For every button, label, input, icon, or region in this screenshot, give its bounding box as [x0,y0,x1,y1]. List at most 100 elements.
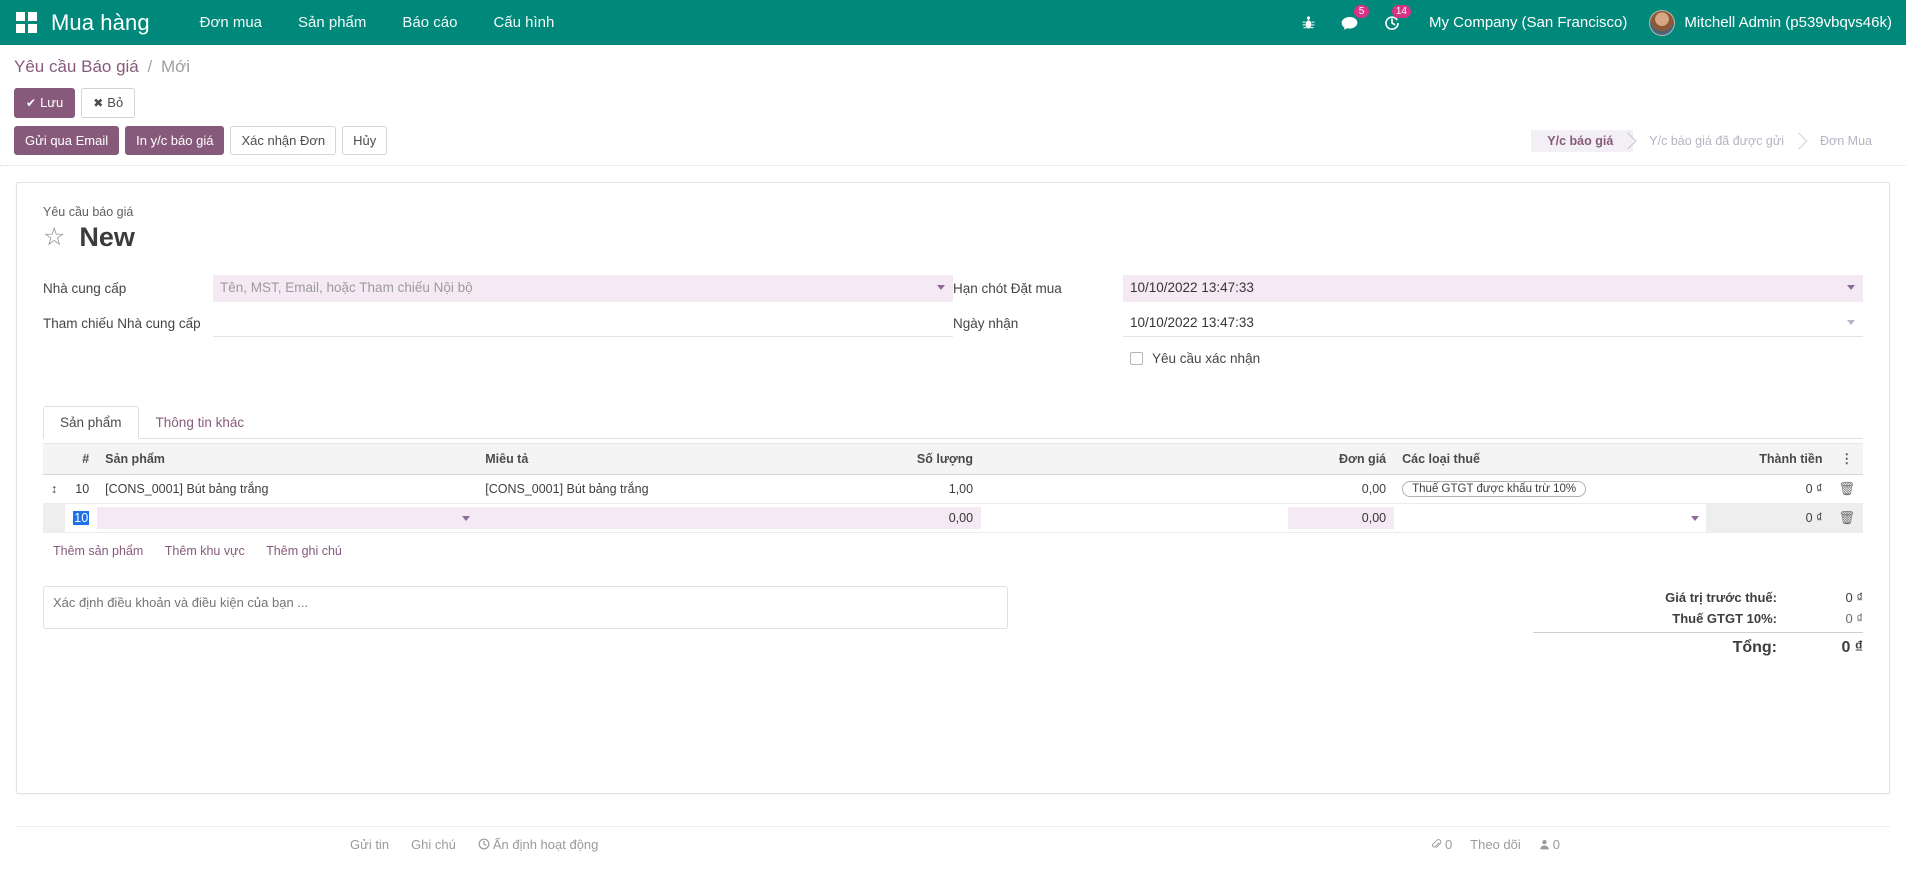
edit-button-group: ✔ Lưu ✖ Bỏ [14,88,1892,118]
menu-item-configuration[interactable]: Cấu hình [475,0,572,45]
row-description[interactable]: [CONS_0001] Bút bảng trắng [477,474,875,504]
column-description[interactable]: Miêu tả [477,443,875,475]
send-by-email-button[interactable]: Gửi qua Email [14,126,120,155]
today-separator: Hôm nay [16,861,1890,894]
row-description-input[interactable] [477,507,875,529]
statusbar: Y/c báo giá Y/c báo giá đã được gửi Đơn … [1531,129,1892,152]
stage-rfq[interactable]: Y/c báo giá [1531,129,1634,152]
row-index-value: 10 [73,511,90,525]
row-taxes-cell[interactable] [1394,503,1707,533]
column-subtotal[interactable]: Thành tiền [1706,443,1831,475]
form-column-left: Nhà cung cấp Tham chiếu Nhà cung cấp [43,275,953,380]
log-note-button[interactable]: Ghi chú [411,837,456,852]
row-taxes[interactable]: Thuế GTGT được khấu trừ 10% [1394,474,1707,504]
control-panel: Yêu cầu Báo giá / Mới ✔ Lưu ✖ Bỏ [0,45,1906,118]
row-product-cell[interactable] [97,503,478,533]
row-unit-price-cell[interactable] [1288,503,1395,533]
menu-item-products[interactable]: Sản phẩm [280,0,384,45]
row-taxes-input[interactable] [1394,507,1707,529]
row-drag-handle-icon[interactable] [43,503,66,533]
total-grand-value: 0 ₫ [1841,639,1863,656]
print-rfq-button[interactable]: In y/c báo giá [125,126,225,155]
schedule-activity-button[interactable]: Ấn định hoạt động [478,837,598,852]
stage-purchase-order[interactable]: Đơn Mua [1804,130,1892,152]
trash-icon[interactable]: 🗑 [1838,510,1855,525]
chatter-stats: 0 Theo dõi 0 [1431,837,1890,852]
action-bar: Gửi qua Email In y/c báo giá Xác nhận Đơ… [0,118,1906,166]
send-message-button[interactable]: Gửi tin [350,837,389,852]
row-spacer [981,474,1288,504]
tab-other-information[interactable]: Thông tin khác [139,406,262,439]
breadcrumb-root[interactable]: Yêu cầu Báo giá [14,57,139,76]
menu-item-purchase-orders[interactable]: Đơn mua [182,0,280,45]
ask-confirmation-checkbox[interactable] [1130,352,1143,365]
app-brand-title[interactable]: Mua hàng [51,10,150,36]
messages-icon[interactable]: 5 [1328,0,1371,45]
followers-count[interactable]: 0 [1539,837,1560,852]
add-product-link[interactable]: Thêm sản phẩm [53,544,143,558]
row-spacer [981,503,1288,533]
table-row[interactable]: ↕ 10 [CONS_0001] Bút bảng trắng [CONS_00… [43,474,1863,504]
row-unit-price-input[interactable] [1288,507,1395,529]
attachment-count-value: 0 [1444,837,1453,852]
chevron-down-icon[interactable] [1691,516,1700,521]
add-section-link[interactable]: Thêm khu vực [165,544,245,558]
trash-icon[interactable]: 🗑 [1838,481,1855,496]
column-product[interactable]: Sản phẩm [97,443,478,475]
column-quantity[interactable]: Số lượng [874,443,982,475]
attachment-count[interactable]: 0 [1431,837,1452,852]
discard-button[interactable]: ✖ Bỏ [81,88,136,118]
row-delete-cell[interactable]: 🗑 [1830,474,1863,504]
tab-products[interactable]: Sản phẩm [43,406,139,439]
row-product[interactable]: [CONS_0001] Bút bảng trắng [97,474,478,504]
add-note-link[interactable]: Thêm ghi chú [266,544,342,558]
apps-grid-icon[interactable] [16,12,37,33]
column-options-toggle[interactable]: ⋮ [1830,443,1863,475]
order-deadline-input[interactable] [1123,275,1863,302]
vendor-input[interactable] [213,275,953,302]
order-lines-body: ↕ 10 [CONS_0001] Bút bảng trắng [CONS_00… [43,474,1863,533]
column-handle [43,443,66,475]
total-grand-row: Tổng: 0 ₫ [1533,632,1863,657]
cancel-button[interactable]: Hủy [342,126,388,155]
save-button[interactable]: ✔ Lưu [14,88,76,118]
menu-item-reporting[interactable]: Báo cáo [384,0,475,45]
chevron-down-icon[interactable] [462,516,471,521]
row-quantity[interactable]: 1,00 [874,474,982,504]
totals-section: Giá trị trước thuế: 0 ₫ Thuế GTGT 10%: 0… [1533,586,1863,663]
main-menu: Đơn mua Sản phẩm Báo cáo Cấu hình [182,0,573,45]
column-taxes[interactable]: Các loại thuế [1394,443,1707,475]
notebook-tabs: Sản phẩm Thông tin khác [43,406,1863,439]
table-row[interactable]: 10 0,00 0,00 0 ₫ 🗑 [43,503,1863,533]
follow-button[interactable]: Theo dõi [1470,837,1521,852]
row-description-cell[interactable] [477,503,875,533]
activities-icon[interactable]: 14 [1371,0,1413,45]
receipt-date-input[interactable] [1123,310,1863,337]
row-quantity-cell[interactable] [874,503,982,533]
row-product-input[interactable] [97,507,478,529]
company-selector[interactable]: My Company (San Francisco) [1413,14,1643,31]
row-index[interactable]: 10 [65,503,98,533]
vertical-dots-icon[interactable]: ⋮ [1840,451,1853,466]
terms-textarea[interactable] [43,586,1008,629]
ask-confirmation-label: Yêu cầu xác nhận [1152,351,1261,366]
confirm-order-button[interactable]: Xác nhận Đơn [230,126,337,155]
order-lines-table: # Sản phẩm Miêu tả Số lượng Đơn giá Các … [43,443,1863,533]
form-fields: Nhà cung cấp Tham chiếu Nhà cung cấp Hạn [43,275,1863,380]
column-unit-price[interactable]: Đơn giá [1288,443,1395,475]
breadcrumb-separator: / [147,57,153,76]
row-subtotal: 0 ₫ [1706,503,1831,533]
tax-badge: Thuế GTGT được khấu trừ 10% [1402,481,1587,497]
row-unit-price[interactable]: 0,00 [1288,474,1395,504]
row-drag-handle-icon[interactable]: ↕ [43,474,66,504]
bug-icon[interactable] [1289,0,1328,45]
row-quantity-input[interactable] [874,507,982,529]
stage-rfq-sent[interactable]: Y/c báo giá đã được gửi [1633,130,1804,152]
order-lines-header: # Sản phẩm Miêu tả Số lượng Đơn giá Các … [43,443,1863,475]
star-outline-icon[interactable]: ☆ [43,225,65,250]
row-delete-cell[interactable]: 🗑 [1830,503,1863,533]
record-title-row: ☆ New [43,222,1863,253]
vendor-reference-input[interactable] [213,310,953,337]
field-vendor-label: Nhà cung cấp [43,281,127,296]
user-menu[interactable]: Mitchell Admin (p539vbqvs46k) [1643,9,1892,36]
